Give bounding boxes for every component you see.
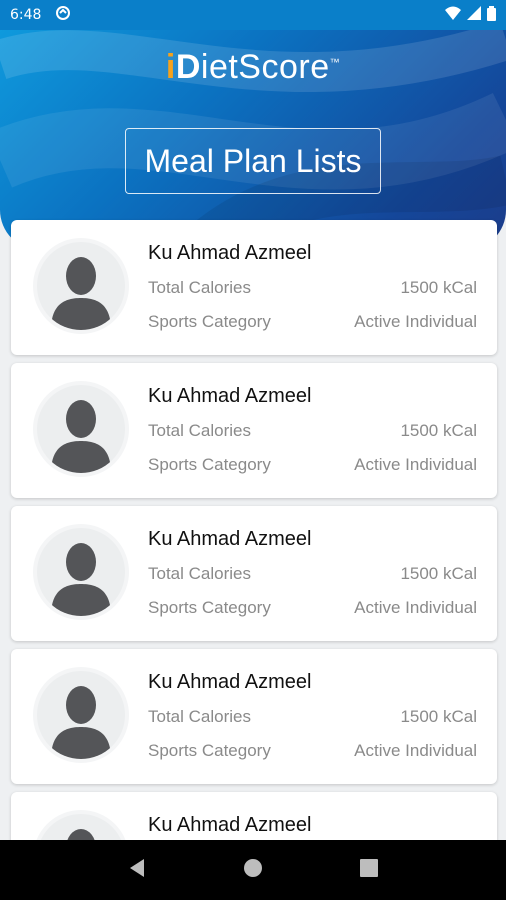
category-label: Sports Category xyxy=(148,312,271,331)
calories-row: Total Calories 1500 kCal xyxy=(148,278,477,298)
category-row: Sports Category Active Individual xyxy=(148,598,477,618)
meal-plan-card[interactable]: Ku Ahmad Azmeel Total Calories 1500 kCal… xyxy=(11,649,497,784)
person-icon xyxy=(51,400,111,473)
calories-value: 1500 kCal xyxy=(400,707,477,726)
category-value: Active Individual xyxy=(354,598,477,617)
calories-row: Total Calories 1500 kCal xyxy=(148,421,477,441)
calories-label: Total Calories xyxy=(148,421,251,440)
person-icon xyxy=(51,686,111,759)
sync-icon xyxy=(55,5,71,25)
category-value: Active Individual xyxy=(354,741,477,760)
calories-row: Total Calories 1500 kCal xyxy=(148,707,477,727)
header-banner: iDietScore™ Meal Plan Lists xyxy=(0,0,506,250)
card-name: Ku Ahmad Azmeel xyxy=(148,814,312,836)
avatar xyxy=(33,381,129,477)
calories-value: 1500 kCal xyxy=(400,421,477,440)
person-icon xyxy=(51,543,111,616)
card-name: Ku Ahmad Azmeel xyxy=(148,671,312,693)
status-bar: 6:48 xyxy=(0,0,506,30)
meal-plan-list: Ku Ahmad Azmeel Total Calories 1500 kCal… xyxy=(11,220,497,900)
category-row: Sports Category Active Individual xyxy=(148,741,477,761)
signal-icon xyxy=(467,6,481,24)
home-icon[interactable] xyxy=(243,858,263,883)
meal-plan-card[interactable]: Ku Ahmad Azmeel Total Calories 1500 kCal… xyxy=(11,363,497,498)
card-name: Ku Ahmad Azmeel xyxy=(148,385,312,407)
person-icon xyxy=(51,257,111,330)
calories-value: 1500 kCal xyxy=(400,564,477,583)
back-icon[interactable] xyxy=(128,858,146,883)
category-label: Sports Category xyxy=(148,598,271,617)
page-title-text: Meal Plan Lists xyxy=(144,142,362,179)
category-value: Active Individual xyxy=(354,455,477,474)
card-name: Ku Ahmad Azmeel xyxy=(148,242,312,264)
avatar xyxy=(33,524,129,620)
calories-label: Total Calories xyxy=(148,564,251,583)
status-time: 6:48 xyxy=(10,7,42,23)
header-wave-pattern xyxy=(0,20,506,250)
page-title: Meal Plan Lists xyxy=(125,128,381,194)
avatar xyxy=(33,667,129,763)
category-label: Sports Category xyxy=(148,741,271,760)
recents-icon[interactable] xyxy=(359,858,378,882)
avatar xyxy=(33,238,129,334)
category-label: Sports Category xyxy=(148,455,271,474)
system-nav-bar xyxy=(0,840,506,900)
category-row: Sports Category Active Individual xyxy=(148,312,477,332)
meal-plan-card[interactable]: Ku Ahmad Azmeel Total Calories 1500 kCal… xyxy=(11,220,497,355)
app-logo: iDietScore™ xyxy=(165,48,341,86)
wifi-icon xyxy=(445,6,461,24)
category-value: Active Individual xyxy=(354,312,477,331)
meal-plan-card[interactable]: Ku Ahmad Azmeel Total Calories 1500 kCal… xyxy=(11,506,497,641)
category-row: Sports Category Active Individual xyxy=(148,455,477,475)
calories-label: Total Calories xyxy=(148,278,251,297)
calories-label: Total Calories xyxy=(148,707,251,726)
calories-value: 1500 kCal xyxy=(400,278,477,297)
battery-icon xyxy=(487,5,496,25)
calories-row: Total Calories 1500 kCal xyxy=(148,564,477,584)
card-name: Ku Ahmad Azmeel xyxy=(148,528,312,550)
